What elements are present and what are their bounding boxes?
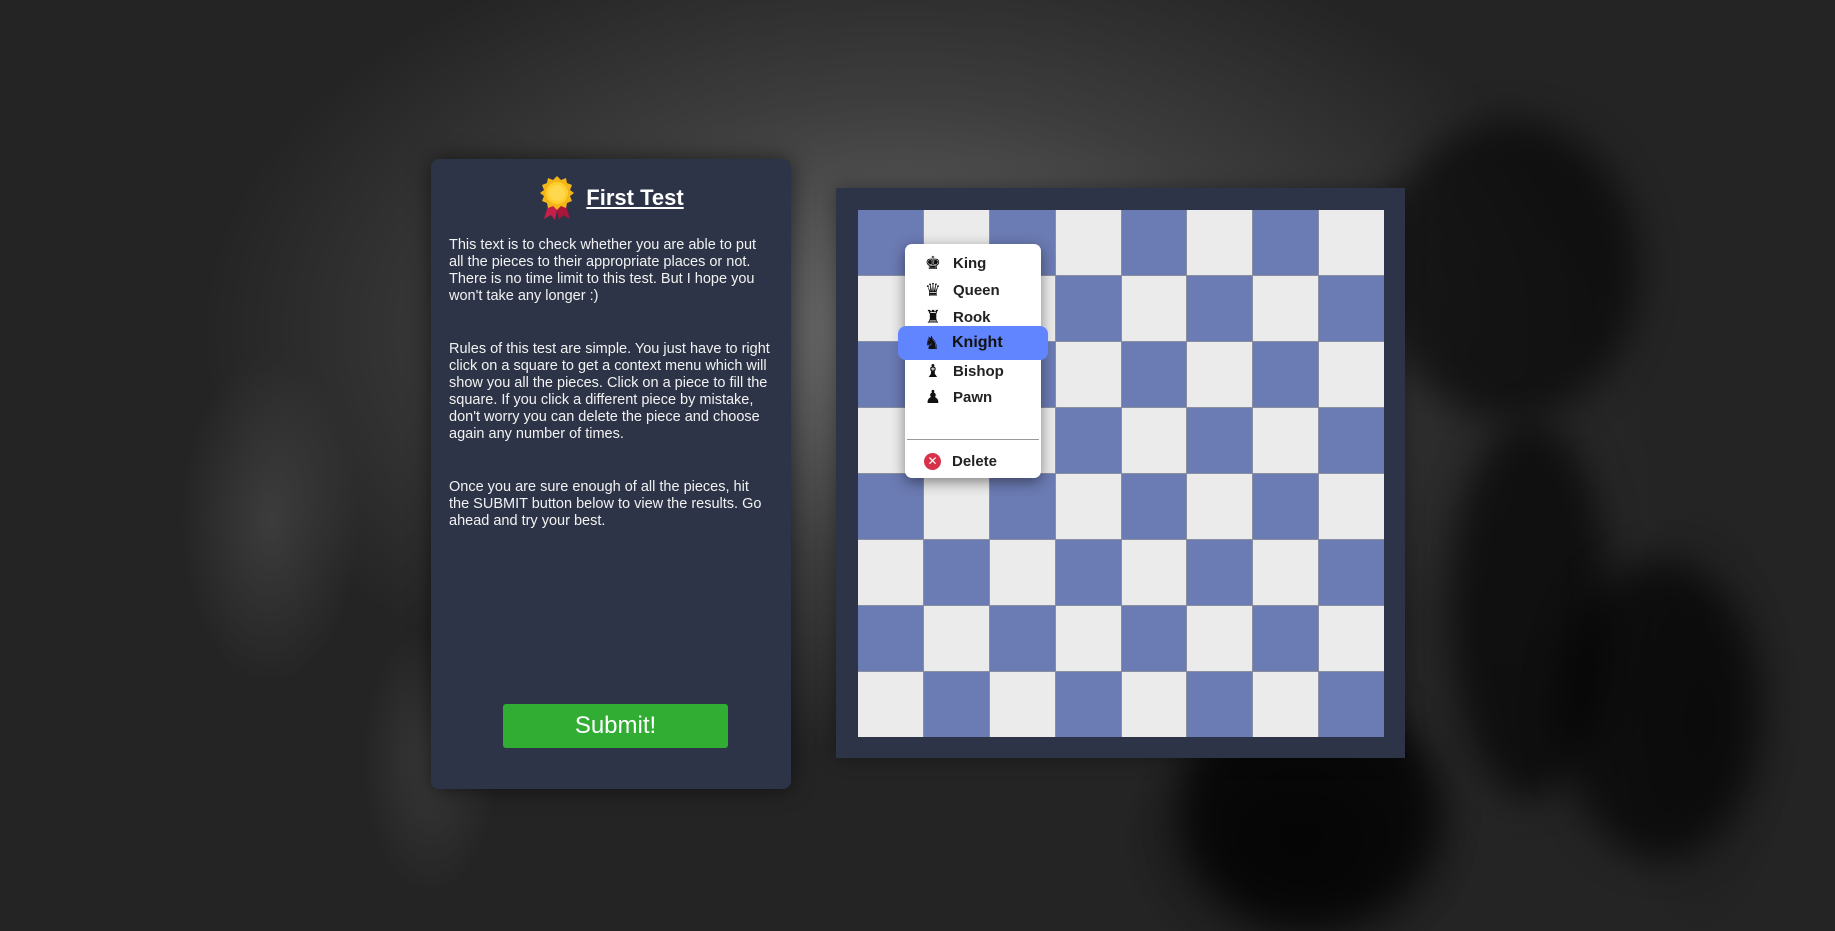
background-photo-blur: [1380, 120, 1640, 420]
board-square[interactable]: [1319, 672, 1384, 737]
menu-item-king[interactable]: ♚ King: [905, 248, 1041, 278]
board-square[interactable]: [1253, 342, 1319, 407]
menu-item-label: Knight: [952, 334, 1003, 351]
board-square[interactable]: [923, 540, 989, 605]
submit-hint-paragraph: Once you are sure enough of all the piec…: [449, 479, 762, 529]
board-square[interactable]: [1253, 540, 1319, 605]
board-square[interactable]: [989, 672, 1055, 737]
delete-icon: ✕: [924, 452, 941, 470]
board-square[interactable]: [1121, 408, 1187, 473]
board-square[interactable]: [989, 540, 1055, 605]
board-square[interactable]: [923, 474, 989, 539]
menu-item-label: Pawn: [953, 388, 993, 406]
board-square[interactable]: [1121, 276, 1187, 341]
submit-button[interactable]: Submit!: [503, 704, 728, 748]
board-square[interactable]: [1319, 474, 1384, 539]
board-square[interactable]: [1253, 474, 1319, 539]
board-square[interactable]: [1121, 606, 1187, 671]
rules-paragraph: Rules of this test are simple. You just …: [449, 341, 770, 442]
board-square[interactable]: [923, 606, 989, 671]
board-square[interactable]: [1253, 210, 1319, 275]
board-square[interactable]: [923, 672, 989, 737]
board-square[interactable]: [1187, 540, 1253, 605]
board-square[interactable]: [1187, 474, 1253, 539]
board-square[interactable]: [858, 540, 923, 605]
board-square[interactable]: [1055, 606, 1121, 671]
board-square[interactable]: [858, 672, 923, 737]
piece-context-menu: ✕ Delete ♚ King ♛ Queen ♜ Rook ♞ Knight ♝ Bishop ♟…: [898, 244, 1048, 478]
menu-item-label: Bishop: [953, 362, 1004, 380]
board-square[interactable]: [1319, 210, 1384, 275]
board-square[interactable]: [1187, 342, 1253, 407]
board-square[interactable]: [1055, 672, 1121, 737]
board-square[interactable]: [1055, 276, 1121, 341]
medal-icon: [538, 175, 576, 221]
bishop-icon: ♝: [924, 360, 942, 382]
rook-icon: ♜: [924, 306, 942, 328]
board-square[interactable]: [1055, 342, 1121, 407]
board-square[interactable]: [1187, 210, 1253, 275]
board-square[interactable]: [1319, 606, 1384, 671]
board-square[interactable]: [1187, 408, 1253, 473]
board-square[interactable]: [1055, 408, 1121, 473]
board-square[interactable]: [1253, 672, 1319, 737]
board-square[interactable]: [1187, 606, 1253, 671]
knight-icon: ♞: [923, 332, 941, 354]
board-square[interactable]: [1187, 276, 1253, 341]
board-square[interactable]: [1121, 210, 1187, 275]
page-title: First Test: [586, 185, 684, 210]
board-square[interactable]: [989, 606, 1055, 671]
menu-item-label: Delete: [952, 452, 998, 470]
board-square[interactable]: [1121, 540, 1187, 605]
menu-item-label: Rook: [953, 308, 991, 326]
board-square[interactable]: [1253, 606, 1319, 671]
menu-item-pawn[interactable]: ♟ Pawn: [905, 382, 1041, 412]
board-square[interactable]: [1055, 474, 1121, 539]
board-square[interactable]: [1253, 276, 1319, 341]
menu-item-label: Queen: [953, 281, 1000, 299]
board-square[interactable]: [1319, 540, 1384, 605]
board-square[interactable]: [858, 606, 923, 671]
board-square[interactable]: [1055, 210, 1121, 275]
board-square[interactable]: [1187, 672, 1253, 737]
board-square[interactable]: [1055, 540, 1121, 605]
pawn-icon: ♟: [924, 386, 942, 408]
board-square[interactable]: [1121, 342, 1187, 407]
instructions-panel: First Test This text is to check whether…: [431, 159, 791, 789]
board-square[interactable]: [1319, 342, 1384, 407]
background-photo-blur: [1560, 560, 1760, 860]
board-square[interactable]: [989, 474, 1055, 539]
board-square[interactable]: [1319, 408, 1384, 473]
menu-item-queen[interactable]: ♛ Queen: [905, 275, 1041, 305]
board-square[interactable]: [1253, 408, 1319, 473]
menu-item-label: King: [953, 254, 987, 272]
board-square[interactable]: [1121, 474, 1187, 539]
menu-item-delete[interactable]: ✕ Delete: [905, 446, 1041, 476]
menu-item-knight[interactable]: ♞ Knight: [898, 326, 1048, 360]
queen-icon: ♛: [924, 279, 942, 301]
board-square[interactable]: [858, 474, 923, 539]
king-icon: ♚: [924, 252, 942, 274]
menu-separator: [907, 439, 1039, 440]
board-square[interactable]: [1319, 276, 1384, 341]
title-row: First Test: [449, 175, 773, 221]
board-square[interactable]: [1121, 672, 1187, 737]
intro-paragraph: This text is to check whether you are ab…: [449, 237, 757, 304]
